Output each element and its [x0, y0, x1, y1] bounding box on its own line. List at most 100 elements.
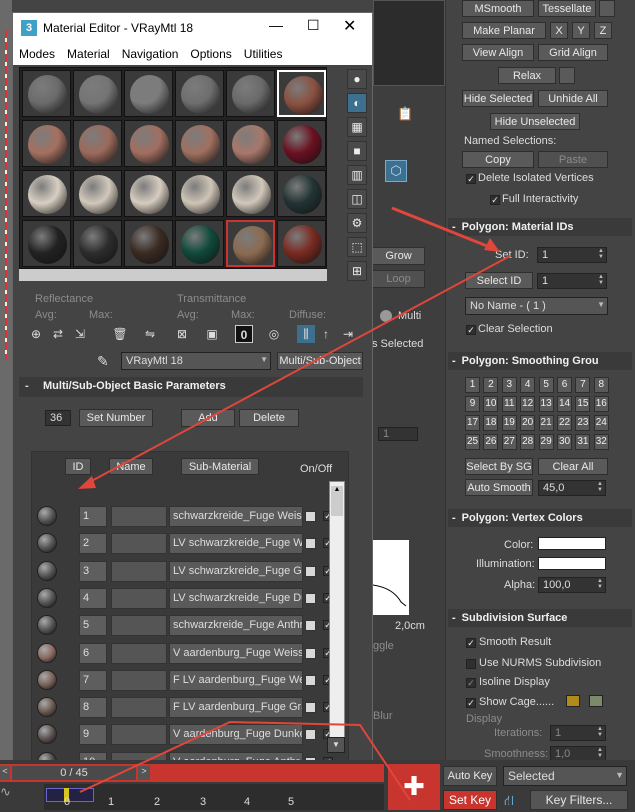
- delete-button[interactable]: Delete: [239, 409, 299, 427]
- select-by-sg-button[interactable]: Select By SG: [465, 458, 533, 475]
- row-id[interactable]: 2: [79, 533, 107, 555]
- go-to-parent-icon[interactable]: ↑: [317, 325, 335, 343]
- material-slot[interactable]: [277, 120, 326, 167]
- track-bar[interactable]: 0 1 2 3 4 5: [44, 784, 384, 810]
- curve-editor-icon[interactable]: ∿: [0, 784, 18, 810]
- row-id[interactable]: 3: [79, 560, 107, 582]
- material-slot[interactable]: [175, 120, 224, 167]
- smoothing-group-8[interactable]: 8: [593, 377, 609, 393]
- loop-button[interactable]: Loop: [372, 270, 425, 288]
- slots-scrollbar[interactable]: [19, 269, 327, 281]
- material-slot[interactable]: [22, 120, 71, 167]
- select-id-spinner[interactable]: 1 ▲ ▼: [537, 273, 607, 289]
- menu-material[interactable]: Material: [61, 47, 116, 61]
- isoline-checkbox[interactable]: ✓: [466, 678, 476, 688]
- smoothing-group-20[interactable]: 20: [520, 415, 536, 431]
- menu-options[interactable]: Options: [184, 47, 237, 61]
- row-color-swatch[interactable]: [305, 729, 316, 741]
- row-id[interactable]: 7: [79, 669, 107, 691]
- copy-button[interactable]: Copy: [462, 151, 534, 168]
- minimize-icon[interactable]: —: [269, 17, 283, 33]
- key-filters-button[interactable]: Key Filters...: [530, 790, 628, 810]
- material-slot[interactable]: [226, 120, 275, 167]
- planar-z-button[interactable]: Z: [594, 22, 612, 39]
- show-end-result-icon[interactable]: ⫼: [297, 325, 315, 343]
- material-slot[interactable]: [73, 120, 122, 167]
- row-name[interactable]: [111, 697, 167, 719]
- use-nurms-checkbox[interactable]: [466, 659, 476, 669]
- menu-utilities[interactable]: Utilities: [238, 47, 289, 61]
- rollout-header[interactable]: - Multi/Sub-Object Basic Parameters: [19, 377, 363, 397]
- smoothing-group-27[interactable]: 27: [501, 434, 517, 450]
- material-slot[interactable]: [277, 220, 326, 267]
- set-key-button[interactable]: Set Key: [443, 790, 497, 810]
- go-forward-icon[interactable]: ⇥: [339, 325, 357, 343]
- row-name[interactable]: [111, 669, 167, 691]
- material-count-field[interactable]: 36: [45, 410, 71, 426]
- close-icon[interactable]: ✕: [343, 16, 356, 36]
- row-submaterial-button[interactable]: LV schwarzkreide_Fuge Gra: [169, 560, 303, 582]
- relax-settings-button[interactable]: [559, 67, 575, 84]
- row-color-swatch[interactable]: [305, 647, 316, 659]
- smoothing-group-22[interactable]: 22: [557, 415, 572, 431]
- row-name[interactable]: [111, 506, 167, 527]
- row-id[interactable]: 1: [79, 506, 107, 527]
- material-slot[interactable]: [73, 70, 122, 117]
- material-slot[interactable]: [73, 220, 122, 267]
- add-button[interactable]: Add: [181, 409, 235, 427]
- tessellate-button[interactable]: Tessellate: [538, 0, 596, 17]
- material-slot[interactable]: [175, 70, 224, 117]
- row-submaterial-button[interactable]: V aardenburg_Fuge Dunkel: [169, 724, 303, 746]
- prev-frame-icon[interactable]: <: [0, 766, 10, 780]
- row-name[interactable]: [111, 642, 167, 664]
- material-slot[interactable]: [124, 170, 173, 217]
- material-slot[interactable]: [226, 220, 275, 267]
- table-row[interactable]: 5 schwarzkreide_Fuge Anthr ✓: [33, 612, 353, 639]
- get-material-icon[interactable]: ⊕: [27, 325, 45, 343]
- table-row[interactable]: 4LV schwarzkreide_Fuge Dunke✓: [33, 585, 353, 612]
- smoothing-group-19[interactable]: 19: [501, 415, 517, 431]
- row-color-swatch[interactable]: [305, 620, 316, 632]
- row-id[interactable]: 8: [79, 697, 107, 719]
- tessellate-settings-button[interactable]: [599, 0, 615, 17]
- assign-to-selection-icon[interactable]: ⇲: [71, 325, 89, 343]
- row-color-swatch[interactable]: [305, 511, 316, 522]
- multi-radio[interactable]: [380, 310, 392, 322]
- smoothing-group-11[interactable]: 11: [501, 396, 517, 412]
- planar-y-button[interactable]: Y: [572, 22, 590, 39]
- polygon-mode-icon[interactable]: ⬡: [385, 160, 407, 182]
- material-slot[interactable]: [175, 220, 224, 267]
- grow-button[interactable]: Grow: [372, 247, 425, 265]
- material-slot[interactable]: [22, 70, 71, 117]
- make-preview-icon[interactable]: ◫: [347, 189, 367, 209]
- row-name[interactable]: [111, 533, 167, 555]
- next-frame-icon[interactable]: >: [138, 766, 150, 780]
- row-submaterial-button[interactable]: F LV aardenburg_Fuge Gra: [169, 697, 303, 719]
- smoothing-group-7[interactable]: 7: [575, 377, 591, 393]
- material-name-dropdown[interactable]: No Name - ( 1 ) ▼: [465, 297, 608, 315]
- show-map-icon[interactable]: ◎: [265, 325, 283, 343]
- set-id-spinner[interactable]: 1 ▲ ▼: [537, 247, 607, 263]
- material-slot[interactable]: [277, 170, 326, 217]
- material-slot[interactable]: [22, 170, 71, 217]
- material-slot[interactable]: [73, 170, 122, 217]
- hide-unselected-button[interactable]: Hide Unselected: [490, 113, 580, 130]
- table-row[interactable]: 6V aardenburg_Fuge Weissg ✓: [33, 640, 353, 667]
- row-color-swatch[interactable]: [305, 674, 316, 686]
- save-icon[interactable]: ▣: [203, 325, 221, 343]
- key-set-dropdown[interactable]: Selected ▼: [503, 766, 627, 786]
- set-key-mode-icon[interactable]: ✚: [388, 764, 440, 810]
- vertex-colors-header[interactable]: - Polygon: Vertex Colors: [448, 509, 632, 527]
- smoothing-group-1[interactable]: 1: [465, 377, 480, 393]
- select-id-button[interactable]: Select ID: [465, 272, 533, 289]
- row-name[interactable]: [111, 587, 167, 609]
- menu-modes[interactable]: Modes: [13, 47, 61, 61]
- scroll-down-icon[interactable]: ▼: [327, 737, 345, 753]
- row-submaterial-button[interactable]: LV schwarzkreide_Fuge Dunke: [169, 587, 303, 609]
- smoothing-group-4[interactable]: 4: [520, 377, 536, 393]
- smoothing-group-31[interactable]: 31: [575, 434, 591, 450]
- material-slot[interactable]: [124, 120, 173, 167]
- hide-selected-button[interactable]: Hide Selected: [462, 90, 534, 107]
- smoothing-group-23[interactable]: 23: [575, 415, 591, 431]
- notes-icon[interactable]: 📋: [397, 106, 413, 122]
